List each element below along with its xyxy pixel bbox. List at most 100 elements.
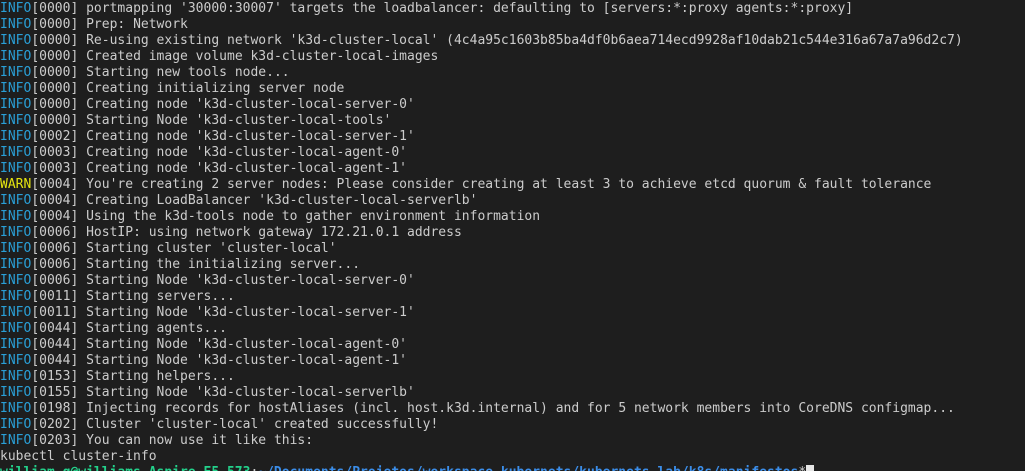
log-message: Cluster 'cluster-local' created successf… <box>78 417 439 432</box>
log-timestamp: [0203] <box>31 433 79 448</box>
log-message: Starting Node 'k3d-cluster-local-server-… <box>78 273 415 288</box>
log-level: INFO <box>0 289 32 304</box>
log-message: Using the k3d-tools node to gather envir… <box>78 209 541 224</box>
log-line: INFO[0044] Starting Node 'k3d-cluster-lo… <box>0 337 963 353</box>
log-line: INFO[0000] Re-using existing network 'k3… <box>0 33 963 49</box>
log-line: INFO[0198] Injecting records for hostAli… <box>0 401 963 417</box>
log-timestamp: [0155] <box>31 385 79 400</box>
log-level: INFO <box>0 97 32 112</box>
log-line: INFO[0003] Creating node 'k3d-cluster-lo… <box>0 145 963 161</box>
log-timestamp: [0011] <box>31 289 79 304</box>
log-line: INFO[0000] Starting new tools node... <box>0 65 963 81</box>
log-line: INFO[0006] Starting the initializing ser… <box>0 257 963 273</box>
cursor-block[interactable] <box>806 465 815 471</box>
log-message: Creating initializing server node <box>78 81 345 96</box>
log-timestamp: [0044] <box>31 321 79 336</box>
log-line: INFO[0000] Prep: Network <box>0 17 963 33</box>
log-level: INFO <box>0 145 32 160</box>
log-level: INFO <box>0 257 32 272</box>
terminal-window[interactable]: INFO[0000] portmapping '30000:30007' tar… <box>0 0 1025 471</box>
log-line: INFO[0011] Starting servers... <box>0 289 963 305</box>
log-timestamp: [0006] <box>31 273 79 288</box>
log-level: INFO <box>0 385 32 400</box>
log-level: INFO <box>0 241 32 256</box>
log-line: INFO[0000] portmapping '30000:30007' tar… <box>0 1 963 17</box>
log-line: INFO[0044] Starting Node 'k3d-cluster-lo… <box>0 353 963 369</box>
log-line: INFO[0006] Starting Node 'k3d-cluster-lo… <box>0 273 963 289</box>
log-timestamp: [0006] <box>31 225 79 240</box>
log-line: INFO[0004] Creating LoadBalancer 'k3d-cl… <box>0 193 963 209</box>
log-message: Starting agents... <box>78 321 227 336</box>
prompt-user-host: william.g@williams-Aspire-E5-573 <box>0 465 250 471</box>
log-timestamp: [0004] <box>31 209 79 224</box>
log-level: INFO <box>0 353 32 368</box>
log-timestamp: [0000] <box>31 81 79 96</box>
log-timestamp: [0000] <box>31 49 79 64</box>
log-level: INFO <box>0 81 32 96</box>
log-timestamp: [0198] <box>31 401 79 416</box>
log-timestamp: [0000] <box>31 97 79 112</box>
log-timestamp: [0006] <box>31 257 79 272</box>
log-line: INFO[0011] Starting Node 'k3d-cluster-lo… <box>0 305 963 321</box>
log-line: INFO[0153] Starting helpers... <box>0 369 963 385</box>
log-message: Prep: Network <box>78 17 188 32</box>
log-timestamp: [0000] <box>31 33 79 48</box>
log-message: portmapping '30000:30007' targets the lo… <box>78 1 854 16</box>
log-timestamp: [0004] <box>31 177 79 192</box>
log-message: Starting the initializing server... <box>78 257 361 272</box>
log-timestamp: [0011] <box>31 305 79 320</box>
log-level: INFO <box>0 193 32 208</box>
log-line: INFO[0203] You can now use it like this: <box>0 433 963 449</box>
log-message: Created image volume k3d-cluster-local-i… <box>78 49 439 64</box>
log-level: INFO <box>0 401 32 416</box>
log-line: INFO[0006] HostIP: using network gateway… <box>0 225 963 241</box>
shell-prompt[interactable]: william.g@williams-Aspire-E5-573:~/Docum… <box>0 465 963 471</box>
prompt-branch-marker: * <box>798 465 806 471</box>
prompt-path: ~/Documents/Projetos/workspace_kubernets… <box>258 465 798 471</box>
log-message: Starting helpers... <box>78 369 235 384</box>
log-timestamp: [0044] <box>31 353 79 368</box>
log-message: Creating node 'k3d-cluster-local-server-… <box>78 129 415 144</box>
log-timestamp: [0153] <box>31 369 79 384</box>
log-message: Starting Node 'k3d-cluster-local-serverl… <box>78 385 415 400</box>
log-level: INFO <box>0 65 32 80</box>
log-level: INFO <box>0 273 32 288</box>
log-level: INFO <box>0 369 32 384</box>
log-level: INFO <box>0 1 32 16</box>
log-line: INFO[0000] Created image volume k3d-clus… <box>0 49 963 65</box>
log-level: INFO <box>0 33 32 48</box>
log-level: INFO <box>0 129 32 144</box>
log-timestamp: [0044] <box>31 337 79 352</box>
log-line: INFO[0000] Creating initializing server … <box>0 81 963 97</box>
log-timestamp: [0000] <box>31 65 79 80</box>
log-level: INFO <box>0 321 32 336</box>
log-level: INFO <box>0 337 32 352</box>
log-message: Starting Node 'k3d-cluster-local-agent-1… <box>78 353 408 368</box>
log-line: INFO[0155] Starting Node 'k3d-cluster-lo… <box>0 385 963 401</box>
log-line: INFO[0006] Starting cluster 'cluster-loc… <box>0 241 963 257</box>
log-level: INFO <box>0 225 32 240</box>
log-level: INFO <box>0 161 32 176</box>
log-timestamp: [0002] <box>31 129 79 144</box>
log-message: Re-using existing network 'k3d-cluster-l… <box>78 33 963 48</box>
log-timestamp: [0004] <box>31 193 79 208</box>
log-line: INFO[0004] Using the k3d-tools node to g… <box>0 209 963 225</box>
log-level: WARN <box>0 177 32 192</box>
log-message: Starting cluster 'cluster-local' <box>78 241 337 256</box>
log-timestamp: [0202] <box>31 417 79 432</box>
log-timestamp: [0000] <box>31 1 79 16</box>
log-level: INFO <box>0 49 32 64</box>
log-message: Creating LoadBalancer 'k3d-cluster-local… <box>78 193 478 208</box>
log-line: INFO[0202] Cluster 'cluster-local' creat… <box>0 417 963 433</box>
log-message: You can now use it like this: <box>78 433 314 448</box>
log-message: Injecting records for hostAliases (incl.… <box>78 401 955 416</box>
log-line: INFO[0002] Creating node 'k3d-cluster-lo… <box>0 129 963 145</box>
log-message: Starting Node 'k3d-cluster-local-agent-0… <box>78 337 408 352</box>
log-timestamp: [0003] <box>31 145 79 160</box>
log-line: INFO[0044] Starting agents... <box>0 321 963 337</box>
log-timestamp: [0000] <box>31 17 79 32</box>
log-level: INFO <box>0 433 32 448</box>
log-message: Starting servers... <box>78 289 235 304</box>
log-level: INFO <box>0 209 32 224</box>
log-message: Starting Node 'k3d-cluster-local-tools' <box>78 113 392 128</box>
